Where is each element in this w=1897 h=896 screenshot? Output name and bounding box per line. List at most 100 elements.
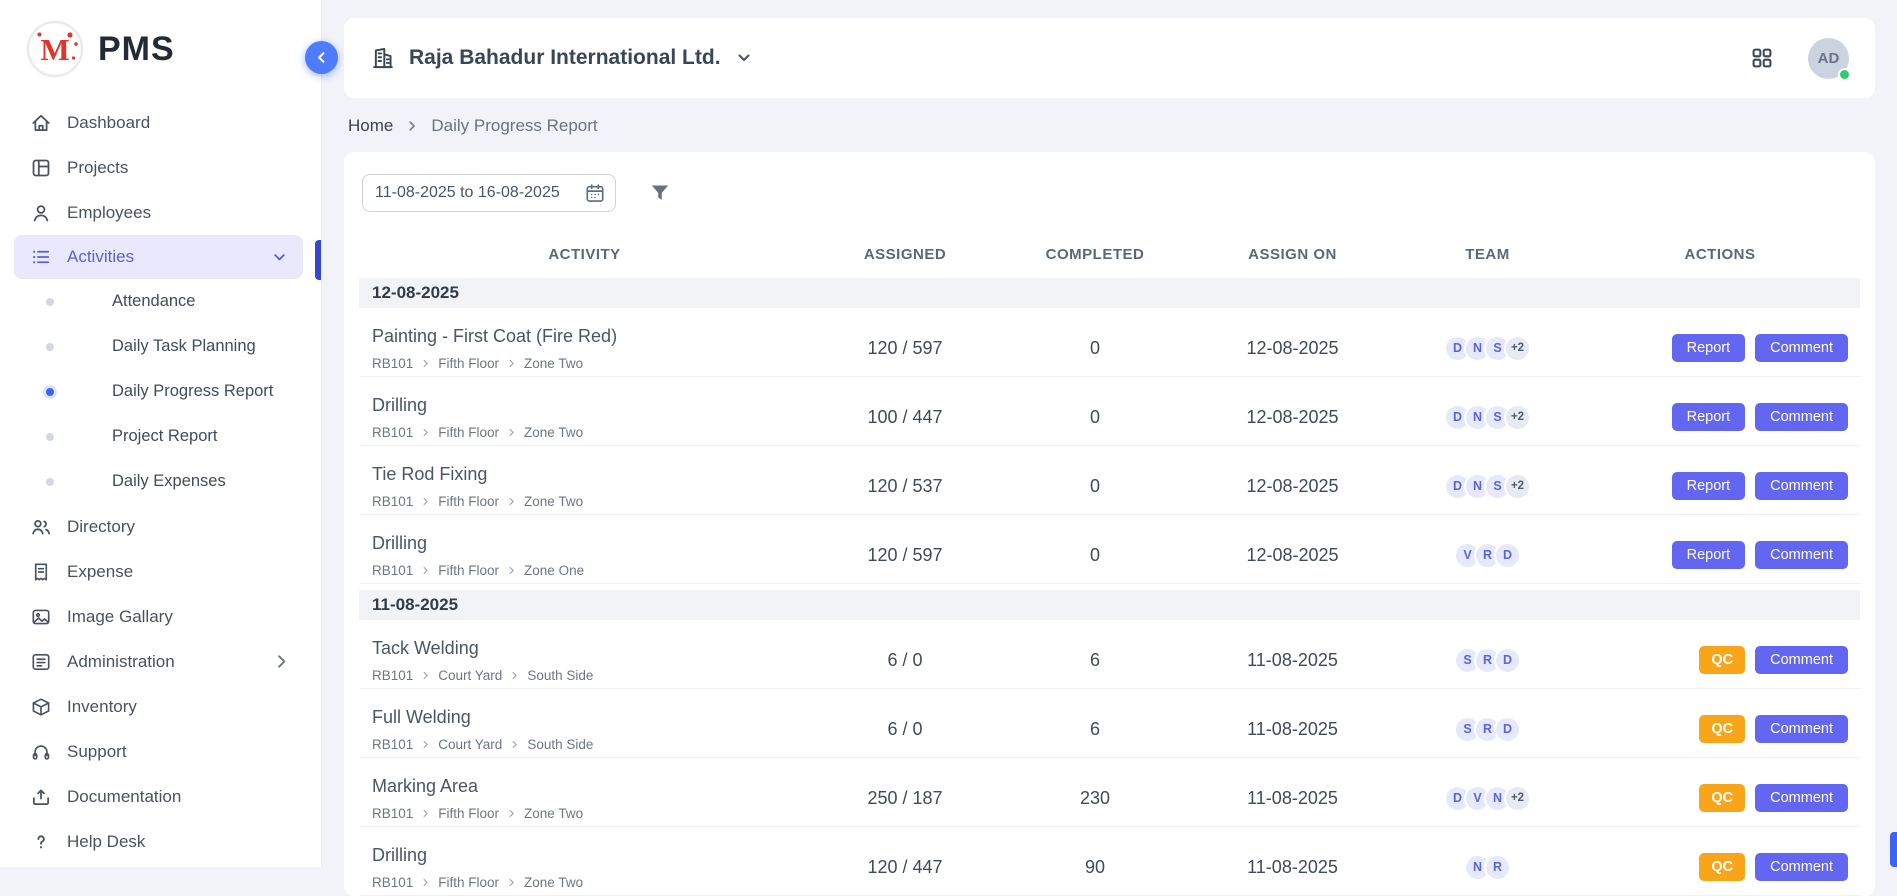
assigned-cell: 120 / 447	[810, 857, 1000, 878]
actions-cell: QC Comment	[1580, 646, 1860, 674]
path-segment: Fifth Floor	[438, 425, 499, 440]
bullet-icon	[46, 433, 54, 441]
date-range-picker[interactable]	[362, 174, 616, 212]
assigned-cell: 6 / 0	[810, 719, 1000, 740]
sidebar-subitem-daily-task-planning[interactable]: Daily Task Planning	[0, 324, 321, 369]
sidebar-item-administration[interactable]: Administration	[0, 639, 321, 684]
comment-button[interactable]: Comment	[1755, 646, 1848, 674]
comment-button[interactable]: Comment	[1755, 715, 1848, 743]
sidebar-item-label: Administration	[67, 652, 175, 672]
assigned-cell: 120 / 537	[810, 476, 1000, 497]
report-button[interactable]: Report	[1672, 334, 1746, 362]
apps-grid-icon[interactable]	[1750, 46, 1774, 70]
sidebar-subitem-daily-expenses[interactable]: Daily Expenses	[0, 459, 321, 504]
team-avatar-chip[interactable]: +2	[1504, 335, 1531, 362]
sidebar-collapse-button[interactable]	[305, 41, 338, 74]
chevron-right-icon	[420, 739, 431, 750]
assigned-cell: 120 / 597	[810, 545, 1000, 566]
online-status-dot	[1838, 68, 1851, 81]
chevron-right-icon	[506, 496, 517, 507]
helpdesk-icon	[30, 831, 52, 853]
comment-button[interactable]: Comment	[1755, 334, 1848, 362]
pms-logo-icon: M	[26, 20, 84, 78]
column-header-completed: COMPLETED	[1000, 246, 1190, 263]
activity-title: Drilling	[372, 395, 810, 416]
table-row: Full WeldingRB101Court YardSouth Side6 /…	[359, 689, 1860, 758]
sidebar-item-support[interactable]: Support	[0, 729, 321, 774]
qc-button[interactable]: QC	[1699, 715, 1745, 743]
sidebar-item-projects[interactable]: Projects	[0, 145, 321, 190]
chevron-right-icon	[420, 877, 431, 888]
activity-title: Tack Welding	[372, 638, 810, 659]
report-button[interactable]: Report	[1672, 541, 1746, 569]
table-row: DrillingRB101Fifth FloorZone Two100 / 44…	[359, 377, 1860, 446]
activity-title: Tie Rod Fixing	[372, 464, 810, 485]
column-header-activity: ACTIVITY	[359, 246, 810, 263]
team-cell: NR	[1395, 854, 1580, 881]
administration-icon	[30, 651, 52, 673]
team-avatar-chip[interactable]: D	[1494, 647, 1521, 674]
chevron-right-icon	[272, 652, 291, 671]
sidebar-subitem-daily-progress-report[interactable]: Daily Progress Report	[0, 369, 321, 414]
sidebar-item-expense[interactable]: Expense	[0, 549, 321, 594]
path-segment: RB101	[372, 668, 413, 683]
activity-title: Painting - First Coat (Fire Red)	[372, 326, 810, 347]
report-button[interactable]: Report	[1672, 472, 1746, 500]
sidebar-item-inventory[interactable]: Inventory	[0, 684, 321, 729]
table-row: DrillingRB101Fifth FloorZone One120 / 59…	[359, 515, 1860, 584]
sidebar-item-image-gallary[interactable]: Image Gallary	[0, 594, 321, 639]
comment-button[interactable]: Comment	[1755, 472, 1848, 500]
qc-button[interactable]: QC	[1699, 853, 1745, 881]
path-segment: Court Yard	[438, 668, 502, 683]
date-range-input[interactable]	[362, 174, 616, 212]
comment-button[interactable]: Comment	[1755, 541, 1848, 569]
sidebar-subitem-label: Daily Task Planning	[112, 337, 256, 356]
path-segment: RB101	[372, 356, 413, 371]
sidebar-item-label: Inventory	[67, 697, 137, 717]
activity-path: RB101Fifth FloorZone Two	[372, 806, 810, 821]
scrollbar-thumb[interactable]	[1890, 832, 1897, 867]
documentation-icon	[30, 786, 52, 808]
comment-button[interactable]: Comment	[1755, 403, 1848, 431]
gallery-icon	[30, 606, 52, 628]
completed-cell: 0	[1000, 338, 1190, 359]
user-avatar[interactable]: AD	[1808, 38, 1849, 79]
qc-button[interactable]: QC	[1699, 784, 1745, 812]
activity-cell: DrillingRB101Fifth FloorZone One	[359, 533, 810, 578]
chevron-right-icon	[420, 670, 431, 681]
table-row: Marking AreaRB101Fifth FloorZone Two250 …	[359, 758, 1860, 827]
report-button[interactable]: Report	[1672, 403, 1746, 431]
team-avatar-chip[interactable]: +2	[1504, 785, 1531, 812]
path-segment: Fifth Floor	[438, 806, 499, 821]
sidebar-item-activities[interactable]: Activities	[14, 235, 303, 279]
comment-button[interactable]: Comment	[1755, 853, 1848, 881]
sidebar-item-dashboard[interactable]: Dashboard	[0, 100, 321, 145]
sidebar-item-label: Help Desk	[67, 832, 145, 852]
filter-icon[interactable]	[648, 181, 672, 205]
active-section-indicator	[315, 240, 321, 280]
sidebar-subitem-project-report[interactable]: Project Report	[0, 414, 321, 459]
sidebar-subitem-attendance[interactable]: Attendance	[0, 279, 321, 324]
team-cell: DNS+2	[1395, 473, 1580, 500]
breadcrumb-home[interactable]: Home	[348, 116, 393, 136]
team-avatar-chip[interactable]: D	[1494, 716, 1521, 743]
activity-path: RB101Fifth FloorZone Two	[372, 494, 810, 509]
activity-path: RB101Court YardSouth Side	[372, 668, 810, 683]
company-selector[interactable]: Raja Bahadur International Ltd.	[370, 45, 754, 71]
sidebar-item-directory[interactable]: Directory	[0, 504, 321, 549]
sidebar-item-label: Activities	[67, 247, 134, 267]
support-icon	[30, 741, 52, 763]
team-cell: DNS+2	[1395, 335, 1580, 362]
team-avatar-chip[interactable]: R	[1484, 854, 1511, 881]
sidebar-item-help-desk[interactable]: Help Desk	[0, 819, 321, 864]
sidebar-item-documentation[interactable]: Documentation	[0, 774, 321, 819]
sidebar-item-employees[interactable]: Employees	[0, 190, 321, 235]
team-avatar-chip[interactable]: +2	[1504, 473, 1531, 500]
team-avatar-chip[interactable]: D	[1494, 542, 1521, 569]
team-cell: SRD	[1395, 647, 1580, 674]
team-avatar-chip[interactable]: +2	[1504, 404, 1531, 431]
team-cell: SRD	[1395, 716, 1580, 743]
qc-button[interactable]: QC	[1699, 646, 1745, 674]
completed-cell: 230	[1000, 788, 1190, 809]
comment-button[interactable]: Comment	[1755, 784, 1848, 812]
